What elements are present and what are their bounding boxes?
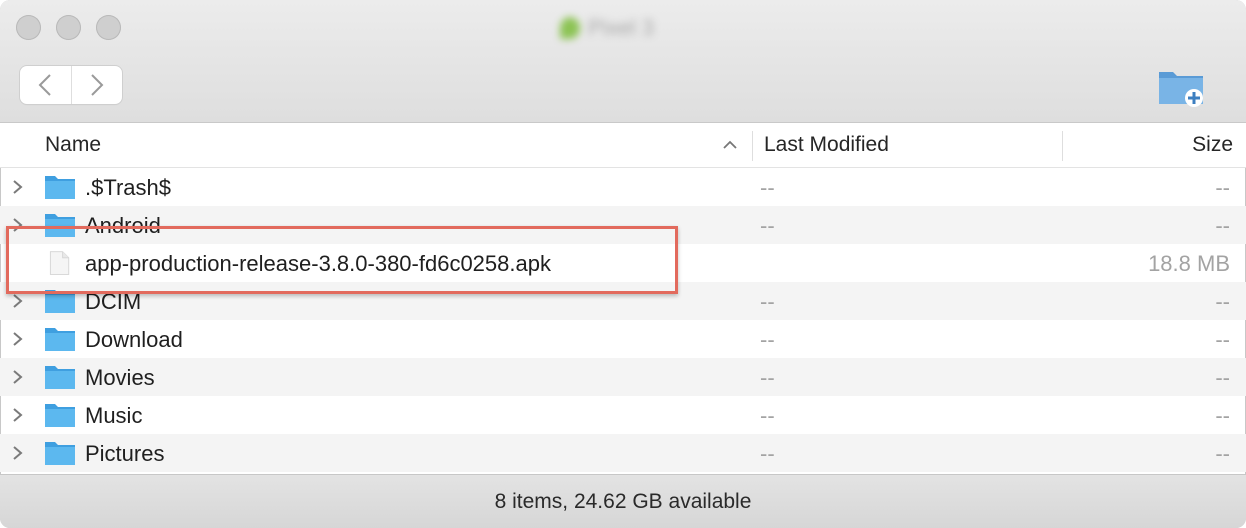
modified-date: -- (760, 403, 775, 428)
modified-date: -- (760, 327, 775, 352)
file-size: -- (1215, 327, 1230, 352)
folder-row[interactable]: Pictures -- -- (0, 434, 1246, 472)
folder-row[interactable]: Movies -- -- (0, 358, 1246, 396)
file-size: -- (1215, 289, 1230, 314)
minimize-button[interactable] (56, 15, 81, 40)
folder-icon (45, 366, 75, 389)
file-name: Music (85, 403, 143, 428)
finder-window: Pixel 3 Name Last Modified Size .$Trash$… (0, 0, 1246, 528)
modified-date: -- (760, 441, 775, 466)
disclosure-chevron-icon[interactable] (10, 369, 24, 385)
modified-date: -- (760, 213, 775, 238)
modified-date: -- (760, 175, 775, 200)
device-icon (560, 17, 580, 39)
folder-icon (45, 214, 75, 237)
chevron-left-icon (38, 74, 51, 96)
back-button[interactable] (20, 66, 71, 104)
disclosure-chevron-icon[interactable] (10, 179, 24, 195)
file-name: Download (85, 327, 183, 352)
column-divider[interactable] (1062, 131, 1063, 161)
forward-button[interactable] (70, 66, 123, 104)
folder-row[interactable]: Music -- -- (0, 396, 1246, 434)
file-size: -- (1215, 365, 1230, 390)
file-size: -- (1215, 175, 1230, 200)
status-text: 8 items, 24.62 GB available (494, 490, 752, 513)
file-size: -- (1215, 441, 1230, 466)
size-column-header[interactable]: Size (1192, 133, 1233, 157)
status-bar: 8 items, 24.62 GB available (0, 474, 1246, 528)
navigation-buttons (20, 66, 122, 104)
close-button[interactable] (16, 15, 41, 40)
folder-row[interactable]: .$Trash$ -- -- (0, 168, 1246, 206)
disclosure-chevron-icon[interactable] (10, 293, 24, 309)
folder-icon (45, 404, 75, 427)
document-icon (49, 251, 70, 275)
file-size: -- (1215, 403, 1230, 428)
folder-row[interactable]: Android -- -- (0, 206, 1246, 244)
disclosure-chevron-icon[interactable] (10, 445, 24, 461)
disclosure-chevron-icon[interactable] (10, 217, 24, 233)
folder-row[interactable]: Download -- -- (0, 320, 1246, 358)
column-header: Name Last Modified Size (0, 123, 1246, 168)
name-column-header[interactable]: Name (45, 133, 101, 157)
file-name: Movies (85, 365, 155, 390)
disclosure-chevron-icon[interactable] (10, 407, 24, 423)
sort-ascending-icon[interactable] (720, 135, 740, 155)
file-name: DCIM (85, 289, 142, 314)
window-title: Pixel 3 (560, 14, 690, 42)
folder-icon (45, 176, 75, 199)
chevron-right-icon (91, 74, 104, 96)
modified-date: -- (760, 365, 775, 390)
file-row[interactable]: app-production-release-3.8.0-380-fd6c025… (0, 244, 1246, 282)
column-divider[interactable] (752, 131, 753, 161)
file-list: .$Trash$ -- -- Android -- -- app-production-re… (0, 168, 1246, 472)
new-folder-button[interactable] (1156, 64, 1208, 110)
file-size: 18.8 MB (1148, 251, 1230, 276)
folder-row[interactable]: DCIM -- -- (0, 282, 1246, 320)
disclosure-chevron-icon[interactable] (10, 331, 24, 347)
folder-icon (45, 328, 75, 351)
file-size: -- (1215, 213, 1230, 238)
modified-date: -- (760, 289, 775, 314)
new-folder-icon (1159, 72, 1203, 107)
file-name: app-production-release-3.8.0-380-fd6c025… (85, 251, 551, 276)
file-name: Pictures (85, 441, 165, 466)
file-name: .$Trash$ (85, 175, 172, 200)
last-modified-column-header[interactable]: Last Modified (764, 133, 889, 157)
title-bar: Pixel 3 (0, 0, 1246, 123)
file-name: Android (85, 213, 161, 238)
zoom-button[interactable] (96, 15, 121, 40)
folder-icon (45, 290, 75, 313)
folder-icon (45, 442, 75, 465)
